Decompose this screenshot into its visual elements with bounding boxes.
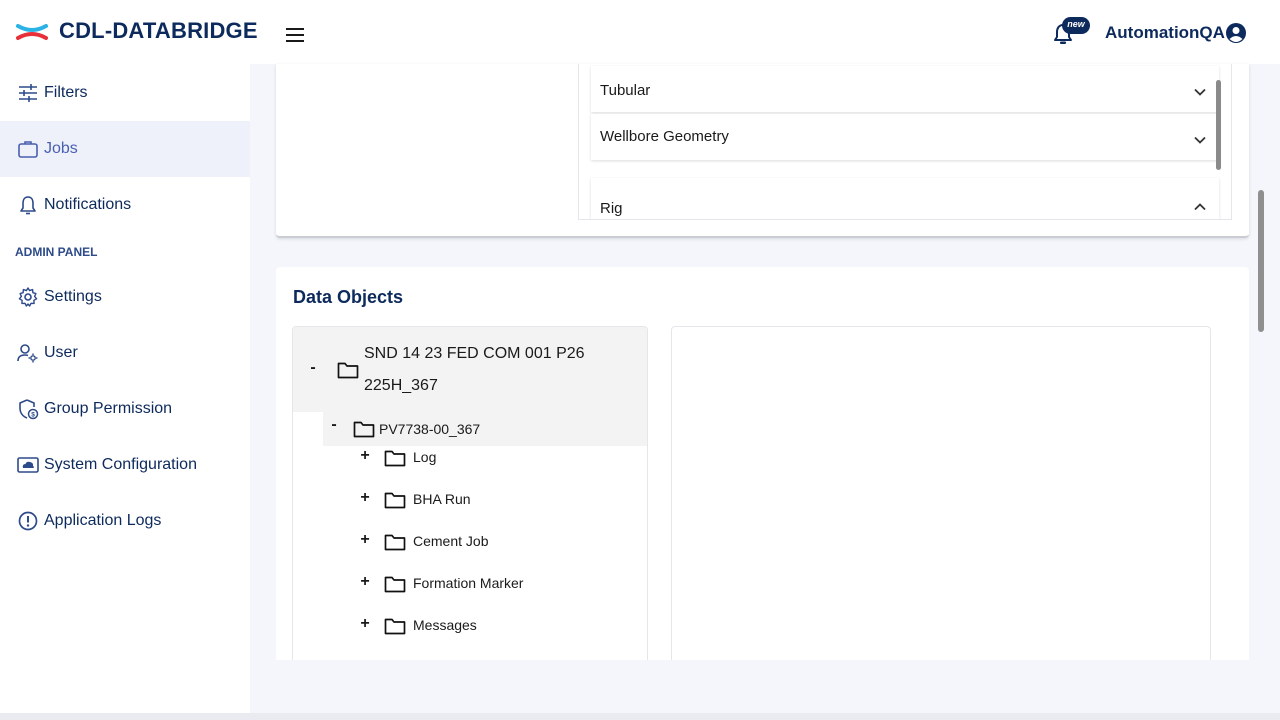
sidebar-item-label: Notifications [44,196,132,213]
sidebar-item-notifications[interactable]: Notifications [0,177,250,233]
sidebar-item-label: System Configuration [44,456,197,473]
gear-icon [18,287,38,307]
tree-node-label: Formation Marker [413,575,524,591]
expand-toggle[interactable]: + [358,573,372,591]
accordion-list[interactable]: Tubular Wellbore Geometry Rig [578,64,1232,220]
hamburger-menu-icon[interactable] [284,24,306,46]
folder-icon [353,421,375,438]
bottom-edge [0,713,1280,720]
sidebar-item-jobs[interactable]: Jobs [0,121,250,177]
chevron-down-icon[interactable] [1193,85,1207,99]
tree-node-label: Messages [413,617,477,633]
sidebar-item-filters[interactable]: Filters [0,65,250,121]
data-objects-title: Data Objects [293,287,404,307]
cloud-monitor-icon [17,457,39,473]
user-settings-icon [17,344,38,363]
expand-toggle[interactable]: + [358,531,372,549]
chevron-up-icon[interactable] [1193,200,1207,214]
folder-icon [384,534,406,551]
alert-circle-icon [18,511,38,531]
brand-title: CDL-DATABRIDGE [59,18,258,43]
expand-toggle[interactable]: + [358,447,372,465]
sidebar-item-settings[interactable]: Settings [0,269,250,325]
folder-icon [384,618,406,635]
folder-icon [384,492,406,509]
sidebar-item-label: Settings [44,288,102,305]
expand-toggle[interactable]: + [358,615,372,633]
accordion-item-rig[interactable]: Rig [591,178,1219,219]
admin-panel-heading: ADMIN PANEL [15,245,98,259]
folder-icon [337,362,359,379]
data-objects-tree: - SND 14 23 FED COM 001 P26 225H_367 - P… [292,326,648,660]
tree-node-label: PV7738-00_367 [379,421,481,437]
tree-node-label: BHA Run [413,491,471,507]
bell-icon [20,196,36,215]
accordion-label: Tubular [600,82,651,99]
chevron-down-icon[interactable] [1193,133,1207,147]
folder-icon [384,576,406,593]
tree-node-root[interactable]: - SND 14 23 FED COM 001 P26 225H_367 [293,327,647,412]
sidebar-item-label: Group Permission [44,400,173,417]
sidebar-item-application-logs[interactable]: Application Logs [0,493,250,549]
svg-text:$: $ [31,412,35,419]
folder-icon [384,450,406,467]
user-avatar-icon[interactable] [1225,22,1247,44]
data-object-detail-panel [671,326,1211,660]
page-scrollbar[interactable] [1258,190,1264,332]
sidebar-item-label: Filters [44,84,88,101]
expand-toggle[interactable]: + [358,489,372,507]
sliders-icon [19,84,37,102]
sidebar-item-system-configuration[interactable]: System Configuration [0,437,250,493]
collapse-toggle[interactable]: - [306,359,320,377]
sidebar-item-label: User [44,344,78,361]
logo-icon [16,24,48,40]
accordion-label: Wellbore Geometry [600,128,729,145]
tree-node-label: Cement Job [413,533,489,549]
tree-node-label: SND 14 23 FED COM 001 P26 [364,345,585,362]
accordion-scrollbar[interactable] [1216,80,1221,170]
tree-node-label: Log [413,449,437,465]
tree-node-child[interactable]: - PV7738-00_367 [323,412,647,446]
accordion-item-tubular[interactable]: Tubular [591,66,1219,112]
shield-icon: $ [19,399,39,420]
sidebar-item-user[interactable]: User [0,325,250,381]
new-badge: new [1062,17,1090,34]
accordion-item-wellbore-geometry[interactable]: Wellbore Geometry [591,114,1219,160]
sidebar-item-group-permission[interactable]: $ Group Permission [0,381,250,437]
app-header: CDL-DATABRIDGE new AutomationQA [0,0,1280,64]
sidebar: Filters Jobs Notifications ADMIN PANEL S… [0,64,250,713]
collapse-toggle[interactable]: - [327,416,341,434]
username-label[interactable]: AutomationQA [1105,23,1225,43]
sidebar-item-label: Jobs [44,140,78,157]
sidebar-item-label: Application Logs [44,512,162,529]
briefcase-icon [18,141,38,158]
tree-node-label: 225H_367 [364,377,438,394]
accordion-label: Rig [600,200,623,217]
